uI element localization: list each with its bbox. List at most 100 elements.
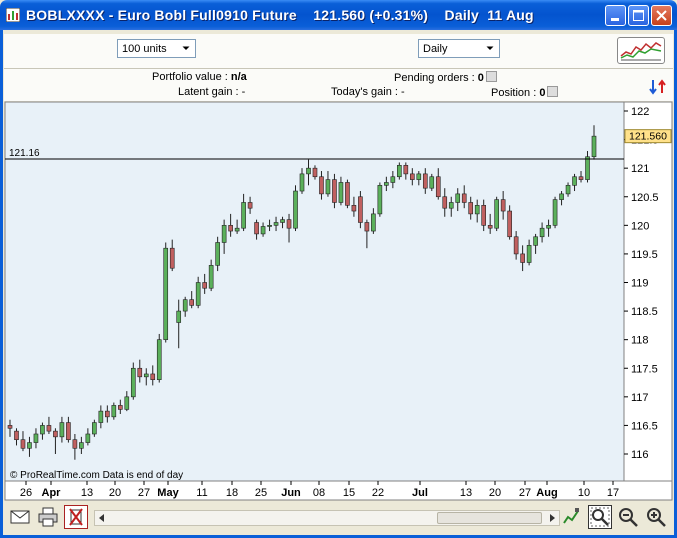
- candle[interactable]: [397, 162, 402, 180]
- candle-body-up: [111, 405, 117, 418]
- clear-pending-icon[interactable]: [485, 71, 497, 82]
- candle[interactable]: [429, 173, 435, 192]
- close-button[interactable]: [651, 5, 672, 26]
- cancel-orders-button[interactable]: [64, 505, 88, 529]
- candle[interactable]: [92, 419, 97, 437]
- candle-body-up: [474, 205, 480, 215]
- printer-icon: [38, 507, 58, 527]
- x-tick-label: May: [157, 487, 179, 499]
- candle[interactable]: [358, 191, 363, 229]
- chart-canvas[interactable]: 121.16 122121.5121120.5120119.5119118.51…: [4, 101, 673, 501]
- candle-body-down: [66, 422, 71, 441]
- candle[interactable]: [163, 242, 169, 343]
- candle-body-up: [552, 199, 558, 226]
- chevron-down-icon: [486, 46, 494, 50]
- candle-body-down: [403, 165, 409, 175]
- units-dropdown[interactable]: 100 units: [117, 39, 196, 58]
- zoom-out-button[interactable]: [616, 505, 640, 529]
- candle-body-down: [578, 176, 584, 180]
- position: Position : 0: [491, 86, 559, 99]
- x-tick-label: 26: [20, 487, 32, 499]
- last-price-tag: 121.560: [624, 129, 672, 144]
- scroll-left-icon[interactable]: [95, 511, 109, 525]
- last-price-label: 121.560: [629, 131, 667, 143]
- x-tick-label: 13: [81, 487, 93, 499]
- candle-body-up: [156, 339, 162, 380]
- zoom-out-icon: [619, 508, 638, 527]
- x-tick-label: 13: [460, 487, 472, 499]
- candle-body-up: [494, 199, 499, 229]
- candle-body-up: [377, 185, 383, 215]
- candle-body-up: [98, 410, 104, 423]
- candle-body-down: [189, 299, 195, 306]
- candle-body-down: [507, 210, 512, 238]
- candle-body-up: [371, 213, 376, 232]
- x-tick-label: 27: [138, 487, 150, 499]
- x-tick-label: 20: [489, 487, 501, 499]
- candle-body-up: [33, 433, 39, 443]
- chart-style-button[interactable]: [617, 37, 665, 64]
- candle[interactable]: [345, 179, 350, 209]
- scroll-thumb[interactable]: [437, 512, 542, 524]
- candle-body-down: [332, 179, 337, 203]
- candle-body-up: [59, 422, 65, 438]
- candle-body-down: [468, 202, 474, 215]
- candle-body-down: [150, 373, 156, 380]
- latent-gain: Latent gain : -: [178, 86, 246, 98]
- candle[interactable]: [293, 185, 298, 232]
- price-chart[interactable]: 121.16 122121.5121120.5120119.5119118.51…: [4, 101, 673, 501]
- candle[interactable]: [552, 196, 558, 229]
- candle-body-up: [572, 176, 577, 186]
- clear-position-icon[interactable]: [547, 86, 559, 97]
- draw-tool-button[interactable]: [560, 505, 584, 529]
- copyright-note: © ProRealTime.com Data is end of day: [10, 470, 183, 481]
- candle-body-up: [208, 265, 214, 289]
- candle-body-down: [435, 176, 441, 198]
- x-tick-label: 17: [607, 487, 619, 499]
- candle-body-up: [306, 167, 311, 175]
- y-tick-label: 120: [631, 220, 649, 232]
- horizontal-scrollbar[interactable]: [94, 510, 560, 526]
- level-line-label: 121.16: [9, 148, 40, 159]
- candle-body-down: [345, 182, 350, 206]
- x-tick-label: 20: [109, 487, 121, 499]
- candle-body-down: [105, 410, 110, 418]
- candle[interactable]: [111, 402, 117, 420]
- candle-body-up: [325, 179, 331, 195]
- candle-body-up: [533, 236, 538, 246]
- candle-body-down: [351, 205, 357, 212]
- candle-body-down: [364, 222, 370, 232]
- zoom-in-button[interactable]: [644, 505, 668, 529]
- candle[interactable]: [130, 362, 136, 400]
- candle-body-up: [429, 176, 435, 189]
- candle-body-up: [526, 245, 532, 263]
- candle-body-up: [182, 299, 188, 312]
- swap-arrows-icon[interactable]: [649, 78, 671, 96]
- minimize-button[interactable]: [605, 5, 626, 26]
- candle[interactable]: [377, 182, 383, 217]
- maximize-button[interactable]: [628, 5, 649, 26]
- x-tick-label: 11: [196, 487, 207, 499]
- candle[interactable]: [494, 196, 499, 232]
- candle-body-up: [221, 225, 227, 243]
- candle-body-down: [7, 425, 13, 429]
- zoom-area-button[interactable]: [588, 505, 612, 529]
- scroll-right-icon[interactable]: [545, 511, 559, 525]
- print-button[interactable]: [36, 505, 60, 529]
- candle-body-up: [293, 190, 298, 229]
- title-bar[interactable]: BOBLXXXX - Euro Bobl Full0910 Future 121…: [0, 0, 677, 30]
- candle-body-up: [397, 165, 402, 178]
- candle-body-down: [442, 196, 448, 209]
- candle-body-up: [416, 173, 422, 180]
- candle-body-up: [546, 225, 551, 229]
- candle[interactable]: [156, 333, 162, 383]
- candle-body-up: [390, 176, 396, 183]
- period-value: Daily: [423, 43, 448, 55]
- candle-body-up: [176, 310, 182, 323]
- candle-body-up: [27, 442, 32, 449]
- candle-body-down: [53, 430, 58, 438]
- period-dropdown[interactable]: Daily: [418, 39, 500, 58]
- candle-body-up: [585, 156, 590, 180]
- email-button[interactable]: [8, 505, 32, 529]
- bottom-toolbar: [4, 502, 673, 532]
